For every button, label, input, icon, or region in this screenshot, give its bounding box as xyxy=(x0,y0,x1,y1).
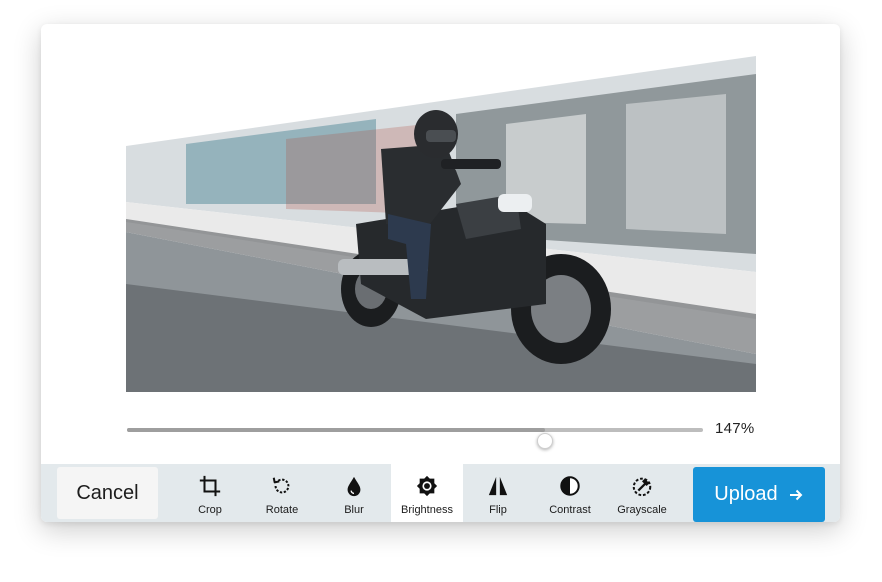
grayscale-icon xyxy=(630,474,654,498)
crop-icon xyxy=(198,474,222,498)
photo-illustration xyxy=(126,54,756,392)
cancel-button[interactable]: Cancel xyxy=(57,467,158,519)
tool-blur[interactable]: Blur xyxy=(319,464,389,522)
zoom-slider[interactable] xyxy=(127,428,703,449)
tool-flip[interactable]: Flip xyxy=(463,464,533,522)
image-editor-card: 147% Cancel Crop Rotate Blur Brightness … xyxy=(41,24,840,522)
zoom-slider-thumb[interactable] xyxy=(536,433,553,449)
tool-crop[interactable]: Crop xyxy=(175,464,245,522)
upload-label: Upload xyxy=(714,483,778,505)
tool-brightness-label: Brightness xyxy=(401,504,453,516)
arrow-right-icon xyxy=(788,487,804,503)
tool-contrast[interactable]: Contrast xyxy=(535,464,605,522)
zoom-slider-fill xyxy=(127,428,545,432)
tool-blur-label: Blur xyxy=(344,504,364,516)
blur-drop-icon xyxy=(342,474,366,498)
contrast-icon xyxy=(558,474,582,498)
flip-icon xyxy=(486,474,510,498)
brightness-icon xyxy=(415,474,439,498)
tool-contrast-label: Contrast xyxy=(549,504,591,516)
tool-grayscale[interactable]: Grayscale xyxy=(607,464,677,522)
tool-grayscale-label: Grayscale xyxy=(617,504,667,516)
tool-rotate-label: Rotate xyxy=(265,504,299,516)
rotate-icon xyxy=(270,474,294,498)
tool-brightness[interactable]: Brightness xyxy=(391,464,463,522)
zoom-slider-row: 147% xyxy=(127,416,827,449)
tool-crop-label: Crop xyxy=(198,504,222,516)
tool-flip-label: Flip xyxy=(489,504,507,516)
zoom-value: 147% xyxy=(715,420,755,437)
upload-button[interactable]: Upload xyxy=(693,467,825,522)
edited-photo xyxy=(126,54,756,392)
editor-toolbar: Cancel Crop Rotate Blur Brightness Flip … xyxy=(41,464,840,522)
tool-rotate[interactable]: Rotate xyxy=(247,464,317,522)
